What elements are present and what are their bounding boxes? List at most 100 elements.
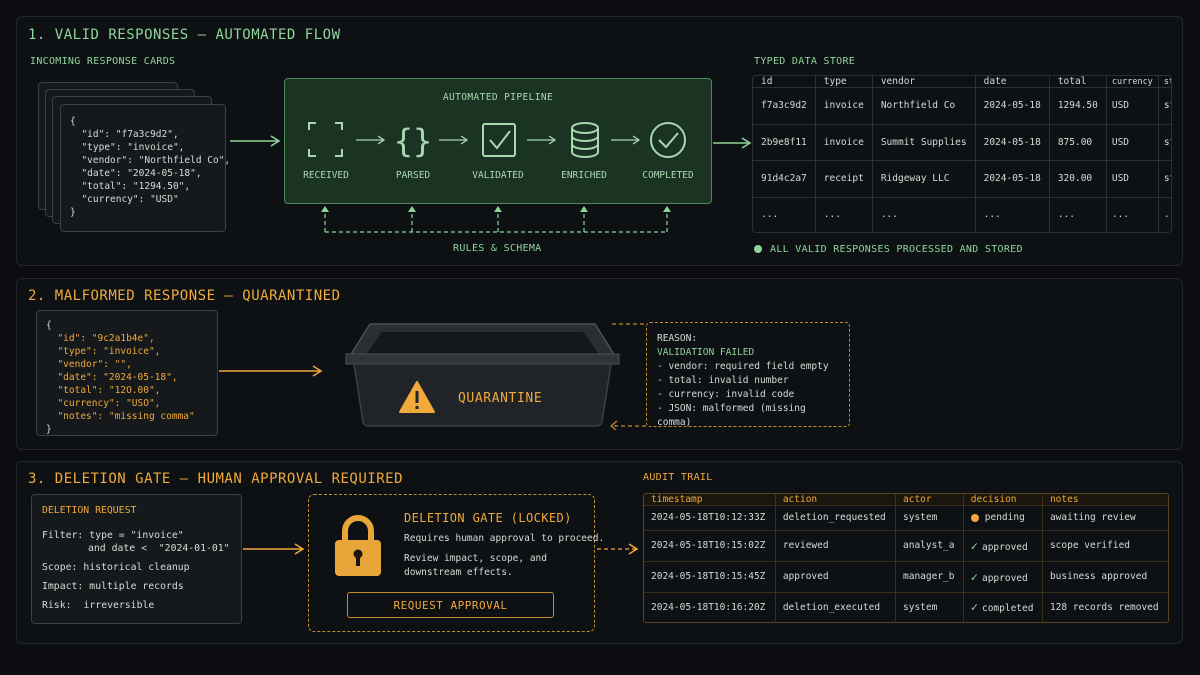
audit-cell-decision: ✓ approved bbox=[963, 561, 1043, 593]
arrow-cards-to-pipeline bbox=[230, 135, 281, 147]
table-row[interactable]: 2b9e8f11 invoice Summit Supplies 2024-05-18… bbox=[753, 124, 1171, 161]
stage-completed-label: COMPLETED bbox=[642, 170, 694, 181]
response-card-valid[interactable]: { "id": "f7a3c9d2", "type": "invoice", "… bbox=[60, 104, 230, 232]
audit-cell-decision: ✓ approved bbox=[963, 530, 1043, 562]
stage-enriched-label: ENRICHED bbox=[561, 170, 607, 181]
audit-cell-decision: ✓ completed bbox=[963, 592, 1043, 622]
audit-row[interactable]: 2024-05-18T10:16:20Z deletion_executed sys… bbox=[644, 592, 1168, 622]
impact-row: Impact: multiple records bbox=[42, 581, 231, 592]
audit-cell-timestamp: 2024-05-18T10:15:02Z bbox=[644, 530, 776, 562]
quarantine-bin bbox=[345, 323, 620, 427]
stage-parsed-label: PARSED bbox=[395, 170, 431, 181]
store-body: f7a3c9d2 invoice Northfield Co 2024-05-18 12… bbox=[753, 87, 1171, 232]
stage-received-label: RECEIVED bbox=[303, 170, 349, 181]
audit-column-header: action bbox=[775, 494, 897, 506]
check-icon: ✓ bbox=[970, 538, 978, 553]
audit-row[interactable]: 2024-05-18T10:15:02Z reviewed analyst_a ✓ ap… bbox=[644, 530, 1168, 562]
table-cell: 2024-05-18 bbox=[975, 160, 1050, 198]
reason-status: VALIDATION FAILED bbox=[657, 347, 755, 358]
filter-value-1: type = "invoice" bbox=[89, 530, 184, 541]
scope-label: Scope: bbox=[42, 562, 78, 573]
store-column-header: currency bbox=[1106, 76, 1159, 88]
stage-validated-label: VALIDATED bbox=[472, 170, 524, 181]
json-line: "type": "invoice", bbox=[46, 346, 161, 357]
table-cell: stored bbox=[1158, 160, 1171, 198]
section3-title: 3. DELETION GATE — HUMAN APPROVAL REQUIR… bbox=[28, 471, 404, 487]
audit-cell-action: deletion_requested bbox=[775, 505, 897, 531]
request-approval-button[interactable]: REQUEST APPROVAL bbox=[347, 592, 554, 618]
table-row[interactable]: ..................... bbox=[753, 197, 1171, 232]
risk-value: irreversible bbox=[83, 600, 155, 611]
json-line: "id": "f7a3c9d2", bbox=[70, 129, 179, 140]
audit-cell-actor: system bbox=[895, 592, 964, 622]
audit-cell-action: approved bbox=[775, 561, 897, 593]
processed-status-text: ALL VALID RESPONSES PROCESSED AND STORED bbox=[770, 244, 1023, 255]
store-column-header: vendor bbox=[872, 76, 976, 88]
audit-row[interactable]: 2024-05-18T10:15:45Z approved manager_b ✓ ap… bbox=[644, 561, 1168, 593]
reason-item: - vendor: required field empty bbox=[657, 361, 829, 372]
table-cell: ... bbox=[1106, 197, 1159, 232]
store-column-header: date bbox=[975, 76, 1050, 88]
audit-cell-timestamp: 2024-05-18T10:16:20Z bbox=[644, 592, 776, 622]
status-dot-icon bbox=[754, 245, 762, 253]
typed-store-label: TYPED DATA STORE bbox=[754, 56, 856, 67]
json-line: "id": "9c2a1b4e", bbox=[46, 333, 155, 344]
json-line: "vendor": "", bbox=[46, 359, 132, 370]
audit-cell-notes: scope verified bbox=[1042, 530, 1168, 562]
curly-braces-icon: {} bbox=[394, 122, 433, 160]
json-line: "vendor": "Northfield Co", bbox=[70, 155, 231, 166]
reason-item: - JSON: malformed (missing comma) bbox=[657, 403, 806, 428]
reason-item: - currency: invalid code bbox=[657, 389, 795, 400]
table-cell: ... bbox=[1049, 197, 1107, 232]
stage-arrow-4 bbox=[611, 135, 641, 145]
audit-header-row: timestamp action actor decision notes bbox=[644, 494, 1168, 506]
json-line: } bbox=[70, 207, 76, 218]
json-line: "total": "12O.00", bbox=[46, 385, 161, 396]
table-row[interactable]: f7a3c9d2 invoice Northfield Co 2024-05-18 12… bbox=[753, 87, 1171, 125]
filter-row: Filter: type = "invoice" bbox=[42, 530, 231, 541]
table-cell: 2b9e8f11 bbox=[753, 124, 816, 161]
arrow-request-to-gate bbox=[243, 543, 305, 555]
section2-title: 2. MALFORMED RESPONSE — QUARANTINED bbox=[28, 288, 341, 304]
response-card-malformed[interactable]: { "id": "9c2a1b4e", "type": "invoice", "… bbox=[36, 310, 218, 436]
reason-title: REASON: bbox=[657, 333, 698, 344]
arrow-gate-to-audit bbox=[597, 543, 639, 555]
database-icon bbox=[571, 122, 599, 158]
table-cell: ... bbox=[815, 197, 873, 232]
store-column-header: total bbox=[1049, 76, 1107, 88]
audit-cell-decision: pending bbox=[963, 505, 1043, 531]
json-line: "date": "2024-05-18", bbox=[46, 372, 178, 383]
json-line: { bbox=[46, 320, 52, 331]
audit-row[interactable]: 2024-05-18T10:12:33Z deletion_requested sy… bbox=[644, 505, 1168, 531]
gate-title: DELETION GATE (LOCKED) bbox=[404, 511, 572, 525]
json-line: "total": "1294.50", bbox=[70, 181, 191, 192]
audit-cell-notes: awaiting review bbox=[1042, 505, 1168, 531]
table-cell: USD bbox=[1106, 160, 1159, 198]
json-line: "type": "invoice", bbox=[70, 142, 185, 153]
table-cell: stored bbox=[1158, 87, 1171, 125]
store-header-row: idtypevendordatetotalcurrencystatus bbox=[753, 76, 1171, 88]
json-line: { bbox=[70, 116, 76, 127]
store-column-header: type bbox=[815, 76, 873, 88]
store-column-header: status bbox=[1158, 76, 1171, 88]
table-cell: ... bbox=[975, 197, 1050, 232]
impact-label: Impact: bbox=[42, 581, 84, 592]
pipeline-stages: {} bbox=[308, 122, 686, 160]
deletion-request-title: DELETION REQUEST bbox=[42, 505, 137, 516]
table-cell: 2024-05-18 bbox=[975, 87, 1050, 125]
rules-schema-label: RULES & SCHEMA bbox=[453, 243, 542, 254]
table-cell: Northfield Co bbox=[872, 87, 976, 125]
stage-arrow-1 bbox=[356, 135, 386, 145]
audit-trail-label: AUDIT TRAIL bbox=[643, 472, 713, 483]
table-row[interactable]: 91d4c2a7 receipt Ridgeway LLC 2024-05-18 320… bbox=[753, 160, 1171, 198]
gate-line-3: downstream effects. bbox=[404, 567, 513, 578]
risk-label: Risk: bbox=[42, 600, 72, 611]
table-cell: 1294.50 bbox=[1049, 87, 1107, 125]
table-cell: ... bbox=[753, 197, 816, 232]
check-icon: ✓ bbox=[970, 569, 978, 584]
gate-line-2: Review impact, scope, and bbox=[404, 553, 547, 564]
deletion-request-card: DELETION REQUEST Filter: type = "invoice… bbox=[31, 494, 242, 624]
table-cell: USD bbox=[1106, 87, 1159, 125]
arrow-pipeline-to-store bbox=[713, 137, 752, 149]
table-cell: 875.00 bbox=[1049, 124, 1107, 161]
